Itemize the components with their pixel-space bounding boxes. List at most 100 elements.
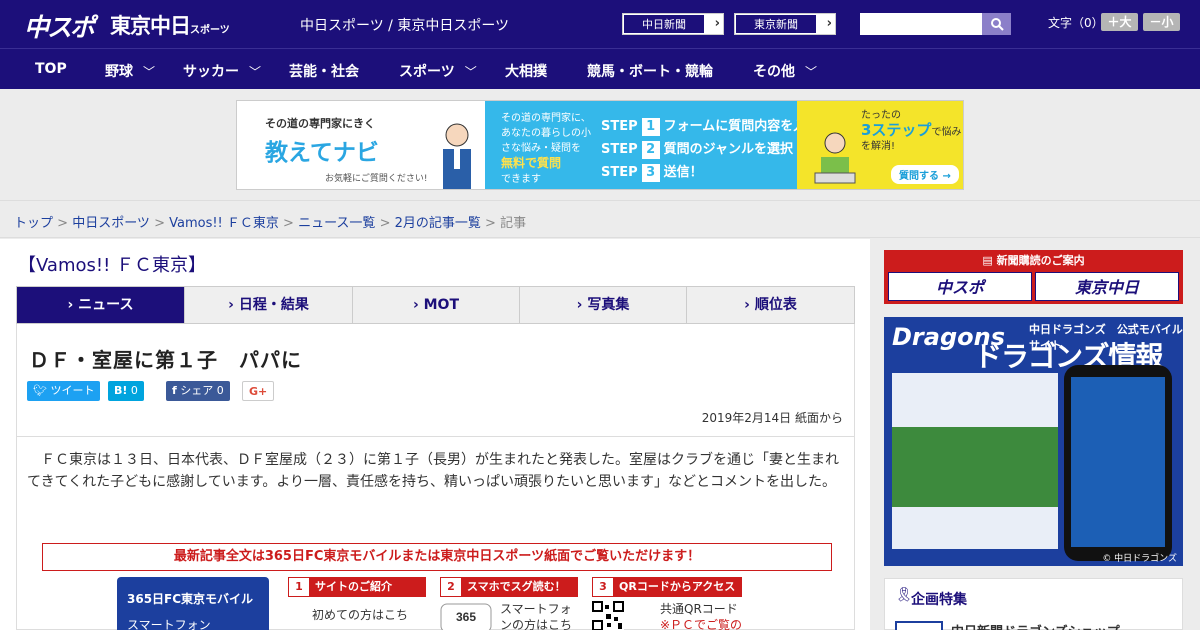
banner-sub: お気軽にご質問ください! [325, 174, 428, 184]
step-label: 送信！ [663, 165, 703, 180]
tokyo-chunichi-subscribe-box[interactable]: 東京中日 [1035, 272, 1179, 301]
promo-text-1[interactable]: 初めての方はこち [312, 607, 408, 623]
nav-label: 野球 [105, 64, 133, 80]
tab-standings[interactable]: › 順位表 [687, 287, 854, 323]
newspaper-icon: ▤ [982, 254, 997, 267]
step-label: 質問のジャンルを選択 [663, 142, 793, 157]
promo-step-label: スマホでスグ読む！ [467, 580, 566, 593]
breadcrumb-link[interactable]: トップ [14, 216, 53, 231]
promo-card-title: 365日FC東京モバイル [127, 592, 254, 606]
nav-top[interactable]: TOP [35, 61, 67, 77]
article-headline: ＤＦ・室屋に第１子 パパに [29, 348, 302, 372]
tab-label: 写真集 [587, 297, 630, 313]
subscription-title: ▤ 新聞購読のご案内 [884, 252, 1183, 268]
breadcrumb-bar: トップ > 中日スポーツ > Vamos!! ＦＣ東京 > ニュース一覧 > 2… [0, 200, 1200, 238]
tab-schedule[interactable]: › 日程・結果 [185, 287, 353, 323]
nav-entertainment[interactable]: 芸能・社会 [289, 61, 359, 81]
chuspo-logo[interactable]: 中スポ [24, 8, 95, 44]
search-button[interactable] [982, 13, 1011, 35]
promo-text-2[interactable]: スマートフォ ンの方はこち [500, 601, 572, 630]
chuspo-subscribe-box[interactable]: 中スポ [888, 272, 1032, 301]
tokyo-chunichi-logo[interactable]: 東京中日スポーツ [110, 10, 230, 40]
tab-mot[interactable]: › MOT [353, 287, 520, 323]
nav-label: 芸能・社会 [289, 64, 359, 80]
step-label: フォームに質問内容を入力 [663, 119, 820, 134]
banner-title: 教えてナビ [265, 140, 379, 166]
baseball-field-image [892, 427, 1058, 507]
fc-tokyo-mobile-card[interactable]: 365日FC東京モバイル スマートフォン [117, 577, 269, 630]
banner-right-em: 3ステップ [861, 121, 932, 139]
special-features-title: 企画特集 [911, 592, 967, 608]
article-body: ＦＣ東京は１３日、日本代表、ＤＦ室屋成（２３）に第１子（長男）が生まれたと発表し… [27, 452, 839, 490]
promo-text-2b: ンの方はこち [500, 618, 573, 630]
facebook-share-button[interactable]: f シェア 0 [166, 381, 230, 401]
breadcrumb-link[interactable]: 中日スポーツ [72, 216, 150, 231]
main-nav: TOP 野球 ﹀ サッカー ﹀ 芸能・社会 スポーツ ﹀ 大相撲 競馬・ボート・競輪 … [0, 48, 1200, 89]
laptop-person-icon [814, 132, 856, 184]
banner-mid-em: 無料で質問 [501, 156, 562, 170]
search-icon [990, 18, 1004, 31]
chevron-down-icon: ﹀ [464, 65, 477, 79]
facebook-share-label: シェア 0 [180, 384, 224, 397]
nav-racing[interactable]: 競馬・ボート・競輪 [587, 61, 713, 81]
nav-soccer[interactable]: サッカー ﹀ [183, 61, 261, 81]
promo-box: 最新記事全文は365日FC東京モバイルまたは東京中日スポーツ紙面でご覧いただけま… [42, 543, 832, 630]
promo-step-3: 3 QRコードからアクセス [592, 577, 742, 597]
promo-text-3a: 共通QRコード [660, 602, 738, 616]
smartphone-screen [1071, 377, 1165, 547]
banner-right-pre: たったの [861, 110, 901, 121]
nav-other[interactable]: その他 ﹀ [753, 61, 817, 81]
tweet-button[interactable]: 🐦︎ ツイート [27, 381, 101, 401]
top-header: 中スポ 東京中日スポーツ 中日スポーツ / 東京中日スポーツ 中日新聞 › 東京… [0, 0, 1200, 48]
subscription-title-text: 新聞購読のご案内 [996, 254, 1085, 267]
chunichi-shimbun-button[interactable]: 中日新聞 › [622, 13, 724, 35]
tab-photos[interactable]: › 写真集 [520, 287, 687, 323]
banner-mid-body: その道の専門家に、あなたの暮らしの小さな悩み・疑問を [501, 113, 591, 154]
nav-sumo[interactable]: 大相撲 [505, 61, 547, 81]
article-date: 2019年2月14日 紙面から [701, 411, 843, 425]
chevron-right-icon: › [826, 16, 832, 31]
hatena-button[interactable]: B! 0 [108, 381, 144, 401]
tab-label: 順位表 [754, 297, 797, 313]
tab-news[interactable]: › ニュース [17, 287, 185, 323]
tokyo-chunichi-logo-text: 東京中日 [110, 14, 191, 38]
banner-step-1: STEP 1 フォームに質問内容を入力 [601, 118, 820, 136]
banner-mid-text: その道の専門家に、あなたの暮らしの小さな悩み・疑問を無料で質問できます [501, 111, 591, 187]
banner-mid-end: できます [501, 174, 541, 185]
tokyo-shimbun-button[interactable]: 東京新聞 › [734, 13, 836, 35]
main-content: 【Vamos!! ＦＣ東京】 › ニュース › 日程・結果 › MOT › 写真… [0, 239, 870, 630]
banner-left: その道の専門家にきく 教えてナビ お気軽にご質問ください! [237, 101, 485, 189]
dragons-shop-thumbnail[interactable] [895, 621, 943, 630]
special-features-box: 🎗︎ 企画特集 中日新聞ドラゴンズショップ [884, 578, 1183, 630]
nav-label: 競馬・ボート・競輪 [587, 64, 713, 80]
tweet-label: ツイート [50, 384, 95, 397]
promo-card-sub: スマートフォン [127, 618, 211, 630]
nav-label: TOP [35, 61, 67, 77]
dragons-shop-link[interactable]: 中日新聞ドラゴンズショップ [951, 621, 1120, 630]
nav-baseball[interactable]: 野球 ﹀ [105, 61, 155, 81]
chevron-down-icon: ﹀ [805, 65, 818, 79]
breadcrumb-link[interactable]: 2月の記事一覧 [395, 216, 481, 231]
breadcrumb-link[interactable]: ニュース一覧 [298, 216, 375, 231]
chunichi-shimbun-label: 中日新聞 [623, 14, 705, 34]
gplus-button[interactable]: G+ [242, 381, 275, 401]
twitter-icon: 🐦︎ [33, 384, 47, 397]
section-title: 【Vamos!! ＦＣ東京】 [18, 255, 207, 276]
tab-label: ニュース [78, 297, 134, 313]
promo-step-label: サイトのご紹介 [315, 580, 392, 593]
search-input[interactable] [860, 13, 984, 35]
promo-headline: 最新記事全文は365日FC東京モバイルまたは東京中日スポーツ紙面でご覧いただけま… [42, 543, 832, 571]
font-small-button[interactable]: －小 [1143, 13, 1180, 31]
article: ＤＦ・室屋に第１子 パパに 🐦︎ ツイート B! 0 f シェア 0 G+ 20… [16, 324, 855, 630]
nav-label: 大相撲 [505, 64, 547, 80]
breadcrumb: トップ > 中日スポーツ > Vamos!! ＦＣ東京 > ニュース一覧 > 2… [14, 216, 527, 231]
oshiete-navi-banner[interactable]: その道の専門家にきく 教えてナビ お気軽にご質問ください! その道の専門家に、あ… [236, 100, 964, 190]
banner-question-button[interactable]: 質問する → [891, 165, 959, 184]
nav-sports[interactable]: スポーツ ﹀ [399, 61, 477, 81]
breadcrumb-link[interactable]: Vamos!! ＦＣ東京 [169, 216, 279, 231]
promo-step-label: QRコードからアクセス [619, 580, 736, 593]
dragons-mobile-banner[interactable]: Dragons 中日ドラゴンズ 公式モバイルサイト ドラゴンズ情報 © 中日ドラ… [884, 317, 1183, 566]
promo-step-1: 1 サイトのご紹介 [288, 577, 426, 597]
font-large-button[interactable]: ＋大 [1101, 13, 1138, 31]
newspaper-subscription-banner[interactable]: ▤ 新聞購読のご案内 中スポ 東京中日 [884, 250, 1183, 304]
